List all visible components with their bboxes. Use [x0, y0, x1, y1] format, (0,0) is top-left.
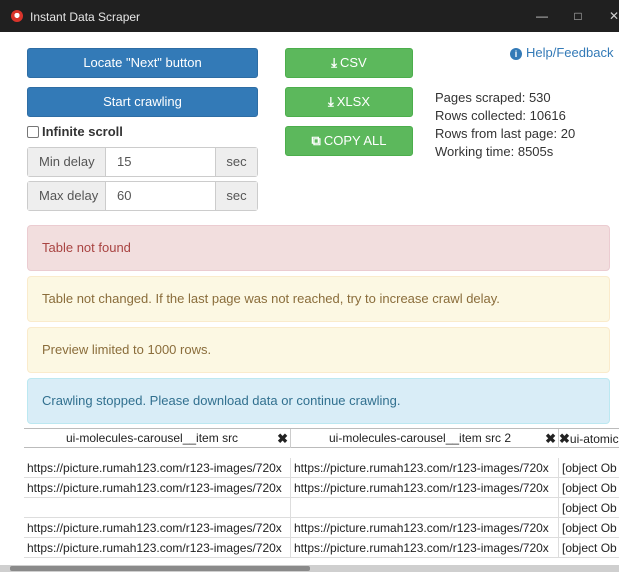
- alert-crawling-stopped: Crawling stopped. Please download data o…: [27, 378, 610, 424]
- download-icon: ⤓: [331, 55, 337, 70]
- table-cell: https://picture.rumah123.com/r123-images…: [291, 518, 559, 538]
- close-icon[interactable]: ✕: [603, 6, 619, 26]
- alert-text: Preview limited to 1000 rows.: [42, 342, 212, 357]
- csv-label: CSV: [340, 55, 367, 70]
- table-cell: [object Ob: [559, 518, 619, 538]
- table-cell: [object Ob: [559, 458, 619, 478]
- remove-column-icon[interactable]: ✖: [277, 429, 288, 448]
- table-cell: https://picture.rumah123.com/r123-images…: [291, 478, 559, 498]
- column-header[interactable]: ui-molecules-carousel__item src 2 ✖: [291, 429, 559, 448]
- stats-panel: Pages scraped: 530 Rows collected: 10616…: [435, 89, 575, 161]
- locate-next-label: Locate "Next" button: [83, 55, 202, 70]
- table-row: https://picture.rumah123.com/r123-images…: [24, 478, 619, 498]
- table-cell: https://picture.rumah123.com/r123-images…: [291, 538, 559, 558]
- column-header[interactable]: ui-molecules-carousel__item src ✖: [24, 429, 291, 448]
- max-delay-label: Max delay: [28, 182, 106, 210]
- min-delay-input[interactable]: 15: [107, 148, 216, 176]
- title-bar: Instant Data Scraper — □ ✕: [0, 0, 619, 32]
- table-row: https://picture.rumah123.com/r123-images…: [24, 518, 619, 538]
- table-row: https://picture.rumah123.com/r123-images…: [24, 458, 619, 478]
- table-cell: [291, 498, 559, 518]
- column-header[interactable]: ✖ui-atomic-li: [559, 429, 619, 448]
- rows-last-page: Rows from last page: 20: [435, 126, 576, 141]
- table-row: [object Ob: [24, 498, 619, 518]
- remove-column-icon[interactable]: ✖: [545, 429, 556, 448]
- column-header-label: ui-atomic-li: [569, 432, 619, 446]
- min-delay-group: Min delay 15 sec: [27, 147, 258, 177]
- table-cell: https://picture.rumah123.com/r123-images…: [24, 458, 291, 478]
- alert-table-not-found: Table not found: [27, 225, 610, 271]
- max-delay-input[interactable]: 60: [107, 182, 216, 210]
- checkbox-icon[interactable]: [27, 126, 39, 138]
- max-delay-group: Max delay 60 sec: [27, 181, 258, 211]
- horizontal-scrollbar[interactable]: [0, 565, 619, 572]
- download-icon: ⤓: [328, 94, 334, 109]
- min-delay-unit: sec: [215, 148, 257, 176]
- max-delay-unit: sec: [215, 182, 257, 210]
- copy-icon: ⧉: [311, 133, 321, 148]
- start-crawling-button[interactable]: Start crawling: [27, 87, 258, 117]
- table-cell: https://picture.rumah123.com/r123-images…: [24, 518, 291, 538]
- window-title: Instant Data Scraper: [30, 10, 141, 24]
- xlsx-label: XLSX: [336, 94, 370, 109]
- copy-all-button[interactable]: ⧉ COPY ALL: [285, 126, 413, 156]
- table-cell: [object Ob: [559, 498, 619, 518]
- min-delay-label: Min delay: [28, 148, 106, 176]
- table-cell: [object Ob: [559, 538, 619, 558]
- table-cell: [24, 498, 291, 518]
- help-feedback-label: Help/Feedback: [526, 45, 614, 60]
- copy-all-label: COPY ALL: [323, 133, 387, 148]
- table-cell: https://picture.rumah123.com/r123-images…: [24, 478, 291, 498]
- table-cell: https://picture.rumah123.com/r123-images…: [24, 538, 291, 558]
- column-header-label: ui-molecules-carousel__item src: [66, 431, 239, 445]
- scrollbar-thumb[interactable]: [10, 566, 310, 571]
- alert-text: Table not changed. If the last page was …: [42, 291, 500, 306]
- maximize-icon[interactable]: □: [567, 6, 589, 26]
- table-cell: [object Ob: [559, 478, 619, 498]
- pages-scraped: Pages scraped: 530: [435, 90, 551, 105]
- rows-collected: Rows collected: 10616: [435, 108, 566, 123]
- alert-text: Table not found: [42, 240, 131, 255]
- data-table: ui-molecules-carousel__item src ✖ ui-mol…: [24, 428, 619, 572]
- table-row: https://picture.rumah123.com/r123-images…: [24, 538, 619, 558]
- working-time: Working time: 8505s: [435, 144, 554, 159]
- start-crawling-label: Start crawling: [103, 94, 182, 109]
- help-feedback-link[interactable]: i Help/Feedback: [510, 45, 613, 60]
- alert-table-not-changed: Table not changed. If the last page was …: [27, 276, 610, 322]
- app-icon: [11, 10, 23, 22]
- csv-button[interactable]: ⤓ CSV: [285, 48, 413, 78]
- column-header-label: ui-molecules-carousel__item src 2: [329, 431, 512, 445]
- alert-preview-limited: Preview limited to 1000 rows.: [27, 327, 610, 373]
- remove-column-icon[interactable]: ✖: [559, 431, 570, 446]
- alert-text: Crawling stopped. Please download data o…: [42, 393, 401, 408]
- infinite-scroll-label: Infinite scroll: [42, 124, 123, 139]
- table-header: ui-molecules-carousel__item src ✖ ui-mol…: [24, 428, 619, 448]
- infinite-scroll-checkbox[interactable]: Infinite scroll: [27, 124, 123, 142]
- locate-next-button[interactable]: Locate "Next" button: [27, 48, 258, 78]
- table-cell: https://picture.rumah123.com/r123-images…: [291, 458, 559, 478]
- xlsx-button[interactable]: ⤓ XLSX: [285, 87, 413, 117]
- info-icon: i: [510, 48, 522, 60]
- minimize-icon[interactable]: —: [531, 6, 553, 26]
